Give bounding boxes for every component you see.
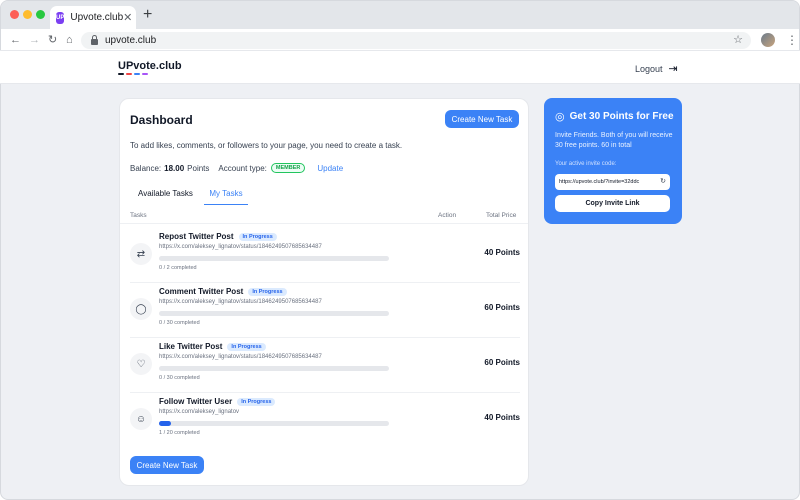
task-title: Repost Twitter Post In Progress <box>159 232 277 241</box>
task-url: https://x.com/aleksey_lignatov/status/18… <box>159 299 322 305</box>
task-row[interactable]: ☺ Follow Twitter User In Progress https:… <box>130 394 520 448</box>
progress-bar <box>159 421 389 426</box>
favicon-icon: UP <box>56 11 65 24</box>
logout-icon: ⇥ <box>668 63 678 75</box>
task-url: https://x.com/aleksey_lignatov/status/18… <box>159 244 322 250</box>
profile-avatar[interactable] <box>761 33 775 47</box>
progress-bar <box>159 366 389 371</box>
task-title: Follow Twitter User In Progress <box>159 397 276 406</box>
bookmark-star-icon[interactable]: ☆ <box>733 33 743 46</box>
balance-unit: Points <box>187 163 210 173</box>
progress-text: 0 / 30 completed <box>159 320 200 326</box>
progress-bar <box>159 256 389 261</box>
balance-value: 18.00 <box>164 163 185 173</box>
invite-link-field[interactable]: https://upvote.club/?invite=32ddc ↻ <box>555 174 670 190</box>
task-url: https://x.com/aleksey_lignatov/status/18… <box>159 354 322 360</box>
maximize-window-button[interactable] <box>36 10 45 19</box>
task-name: Repost Twitter Post <box>159 232 234 241</box>
new-tab-icon[interactable]: + <box>143 6 152 24</box>
task-name: Follow Twitter User <box>159 397 233 406</box>
task-row[interactable]: ◯ Comment Twitter Post In Progress https… <box>130 284 520 338</box>
progress-bar <box>159 311 389 316</box>
tab-bar: UP Upvote.club ✕ + <box>1 1 799 29</box>
progress-fill <box>159 421 171 426</box>
coins-icon: ◎ <box>555 111 565 123</box>
task-tabs: Available Tasks My Tasks <box>130 189 520 205</box>
logout-label: Logout <box>635 63 663 74</box>
upgrade-link[interactable]: Update <box>317 164 343 173</box>
account-type-badge: MEMBER <box>270 163 306 173</box>
promo-title: Get 30 Points for Free <box>569 111 674 122</box>
logo-bar <box>142 73 148 75</box>
task-row[interactable]: ⇄ Repost Twitter Post In Progress https:… <box>130 229 520 283</box>
logo-underline <box>118 73 148 75</box>
url-input[interactable]: upvote.club ☆ <box>81 32 751 49</box>
back-icon[interactable]: ← <box>10 32 21 48</box>
logo-bar <box>126 73 132 75</box>
task-name: Comment Twitter Post <box>159 287 244 296</box>
create-task-button-bottom[interactable]: Create New Task <box>130 456 204 474</box>
logo-bar <box>134 73 140 75</box>
lock-icon <box>91 34 98 45</box>
task-name: Like Twitter Post <box>159 342 223 351</box>
address-bar: ← → ↻ ⌂ upvote.club ☆ ⋮ <box>1 29 799 51</box>
invite-code-label: Your active invite code: <box>555 161 617 167</box>
add-user-icon: ☺ <box>130 408 152 430</box>
browser-tab[interactable]: UP Upvote.club ✕ <box>50 6 136 29</box>
refresh-icon[interactable]: ↻ <box>660 177 666 185</box>
minimize-window-button[interactable] <box>23 10 32 19</box>
invite-link-text: https://upvote.club/?invite=32ddc <box>559 179 640 185</box>
tab-title: Upvote.club <box>70 12 124 23</box>
comment-icon: ◯ <box>130 298 152 320</box>
task-price: 60 Points <box>484 303 520 312</box>
site-logo[interactable]: UPvote.club <box>118 60 182 72</box>
site-header: UPvote.club Logout ⇥ <box>0 50 800 84</box>
heart-icon: ♡ <box>130 353 152 375</box>
intro-text: To add likes, comments, or followers to … <box>130 141 403 150</box>
logout-button[interactable]: Logout ⇥ <box>635 62 678 75</box>
column-header-total-price: Total Price <box>486 212 517 219</box>
status-badge: In Progress <box>237 397 276 406</box>
status-badge: In Progress <box>248 287 287 296</box>
logo-bar <box>118 73 124 75</box>
task-row[interactable]: ♡ Like Twitter Post In Progress https://… <box>130 339 520 393</box>
balance-label: Balance: <box>130 163 162 173</box>
column-header-tasks: Tasks <box>130 212 147 219</box>
forward-icon[interactable]: → <box>29 32 40 48</box>
task-title: Comment Twitter Post In Progress <box>159 287 287 296</box>
home-icon[interactable]: ⌂ <box>66 32 73 48</box>
balance-row: Balance: 18.00 Points Account type: MEMB… <box>130 163 343 173</box>
task-price: 40 Points <box>484 413 520 422</box>
tab-my-tasks[interactable]: My Tasks <box>204 189 248 205</box>
promo-header: ◎ Get 30 Points for Free <box>555 110 674 123</box>
create-task-button[interactable]: Create New Task <box>445 110 519 128</box>
progress-text: 1 / 20 completed <box>159 430 200 436</box>
progress-text: 0 / 30 completed <box>159 375 200 381</box>
task-title: Like Twitter Post In Progress <box>159 342 266 351</box>
task-price: 60 Points <box>484 358 520 367</box>
status-badge: In Progress <box>238 232 277 241</box>
promo-description: Invite Friends. Both of you will receive… <box>555 132 673 149</box>
dashboard-card: Dashboard Create New Task To add likes, … <box>119 98 529 486</box>
reload-icon[interactable]: ↻ <box>48 32 57 48</box>
browser-menu-icon[interactable]: ⋮ <box>786 32 798 48</box>
task-price: 40 Points <box>484 248 520 257</box>
repost-icon: ⇄ <box>130 243 152 265</box>
progress-text: 0 / 2 completed <box>159 265 197 271</box>
task-url: https://x.com/aleksey_lignatov <box>159 409 240 415</box>
tab-available-tasks[interactable]: Available Tasks <box>138 189 193 205</box>
invite-promo-card: ◎ Get 30 Points for Free Invite Friends.… <box>544 98 682 224</box>
url-text: upvote.club <box>105 35 157 46</box>
close-window-button[interactable] <box>10 10 19 19</box>
close-tab-icon[interactable]: ✕ <box>123 11 132 24</box>
page-title: Dashboard <box>130 113 193 127</box>
account-type-label: Account type: <box>218 163 267 173</box>
column-header-action: Action <box>438 212 457 219</box>
status-badge: In Progress <box>227 342 266 351</box>
table-divider <box>120 223 528 224</box>
copy-invite-link-button[interactable]: Copy Invite Link <box>555 195 670 212</box>
